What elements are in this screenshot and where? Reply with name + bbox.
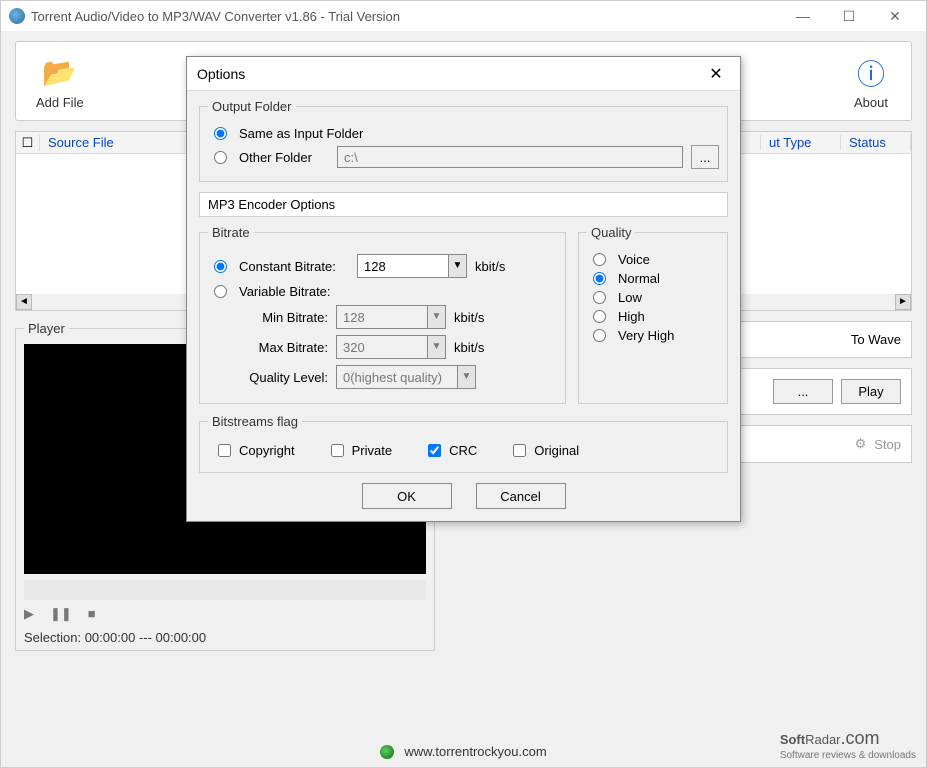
constant-bitrate-select[interactable]: 128▼: [357, 254, 467, 278]
variable-bitrate-radio[interactable]: [214, 285, 227, 298]
minimize-button[interactable]: —: [780, 1, 826, 31]
quality-low-radio[interactable]: [593, 291, 606, 304]
dialog-title: Options: [197, 66, 702, 82]
stop-label: Stop: [874, 437, 901, 452]
titlebar: Torrent Audio/Video to MP3/WAV Converter…: [1, 1, 926, 31]
website-link[interactable]: www.torrentrockyou.com: [404, 744, 546, 759]
player-slider[interactable]: [24, 580, 426, 600]
constant-bitrate-radio[interactable]: [214, 260, 227, 273]
original-checkbox[interactable]: Original: [507, 443, 579, 458]
play-icon[interactable]: ▶: [24, 606, 34, 622]
options-dialog: Options ✕ Output Folder Same as Input Fo…: [186, 56, 741, 522]
cancel-button[interactable]: Cancel: [476, 483, 566, 509]
chevron-down-icon[interactable]: ▼: [427, 306, 445, 328]
quality-high-radio[interactable]: [593, 310, 606, 323]
folder-icon: 📂: [40, 53, 80, 93]
play-output-button[interactable]: Play: [841, 379, 901, 404]
select-all-checkbox[interactable]: ☐: [16, 135, 40, 151]
scroll-right-icon[interactable]: ►: [895, 294, 911, 310]
max-bitrate-select[interactable]: 320▼: [336, 335, 446, 359]
dialog-titlebar: Options ✕: [187, 57, 740, 91]
quality-group: Quality Voice Normal Low High Very High: [578, 225, 728, 404]
info-icon: ⓘ: [851, 53, 891, 93]
close-button[interactable]: ✕: [872, 1, 918, 31]
output-folder-group: Output Folder Same as Input Folder Other…: [199, 99, 728, 182]
encoder-header: MP3 Encoder Options: [199, 192, 728, 217]
bitstream-flags-group: Bitstreams flag Copyright Private CRC Or…: [199, 414, 728, 473]
maximize-button[interactable]: ☐: [826, 1, 872, 31]
min-bitrate-select[interactable]: 128▼: [336, 305, 446, 329]
quality-level-label: Quality Level:: [208, 370, 328, 385]
gear-stop-icon: ⚙: [855, 436, 867, 452]
chevron-down-icon[interactable]: ▼: [427, 336, 445, 358]
other-folder-label: Other Folder: [239, 150, 329, 165]
other-folder-radio[interactable]: [214, 151, 227, 164]
window-title: Torrent Audio/Video to MP3/WAV Converter…: [31, 9, 780, 24]
constant-bitrate-label: Constant Bitrate:: [239, 259, 349, 274]
app-icon: [9, 8, 25, 24]
pause-icon[interactable]: ❚❚: [50, 606, 72, 622]
same-folder-radio[interactable]: [214, 127, 227, 140]
scroll-left-icon[interactable]: ◄: [16, 294, 32, 310]
quality-veryhigh-radio[interactable]: [593, 329, 606, 342]
same-folder-label: Same as Input Folder: [239, 126, 363, 141]
dialog-close-button[interactable]: ✕: [702, 60, 730, 88]
about-button[interactable]: ⓘ About: [841, 49, 901, 114]
col-status[interactable]: Status: [841, 135, 911, 150]
to-wave-label: To Wave: [851, 332, 901, 347]
min-bitrate-label: Min Bitrate:: [208, 310, 328, 325]
browse-folder-button[interactable]: ...: [691, 145, 719, 169]
selection-text: Selection: 00:00:00 --- 00:00:00: [24, 630, 426, 645]
col-out-type[interactable]: ut Type: [761, 135, 841, 150]
private-checkbox[interactable]: Private: [325, 443, 392, 458]
other-folder-path[interactable]: [337, 146, 683, 168]
variable-bitrate-label: Variable Bitrate:: [239, 284, 331, 299]
quality-level-select[interactable]: 0(highest quality)▼: [336, 365, 476, 389]
quality-voice-radio[interactable]: [593, 253, 606, 266]
stop-icon[interactable]: ■: [88, 606, 96, 622]
globe-icon: [380, 745, 394, 759]
browse-output-button[interactable]: ...: [773, 379, 833, 404]
player-legend: Player: [24, 321, 69, 336]
copyright-checkbox[interactable]: Copyright: [212, 443, 295, 458]
quality-normal-radio[interactable]: [593, 272, 606, 285]
chevron-down-icon[interactable]: ▼: [457, 366, 475, 388]
add-file-button[interactable]: 📂 Add File: [26, 49, 94, 114]
ok-button[interactable]: OK: [362, 483, 452, 509]
max-bitrate-label: Max Bitrate:: [208, 340, 328, 355]
crc-checkbox[interactable]: CRC: [422, 443, 477, 458]
chevron-down-icon[interactable]: ▼: [448, 255, 466, 277]
bitrate-group: Bitrate Constant Bitrate: 128▼ kbit/s Va…: [199, 225, 566, 404]
softradar-watermark: SoftRadar.com Software reviews & downloa…: [780, 724, 916, 761]
